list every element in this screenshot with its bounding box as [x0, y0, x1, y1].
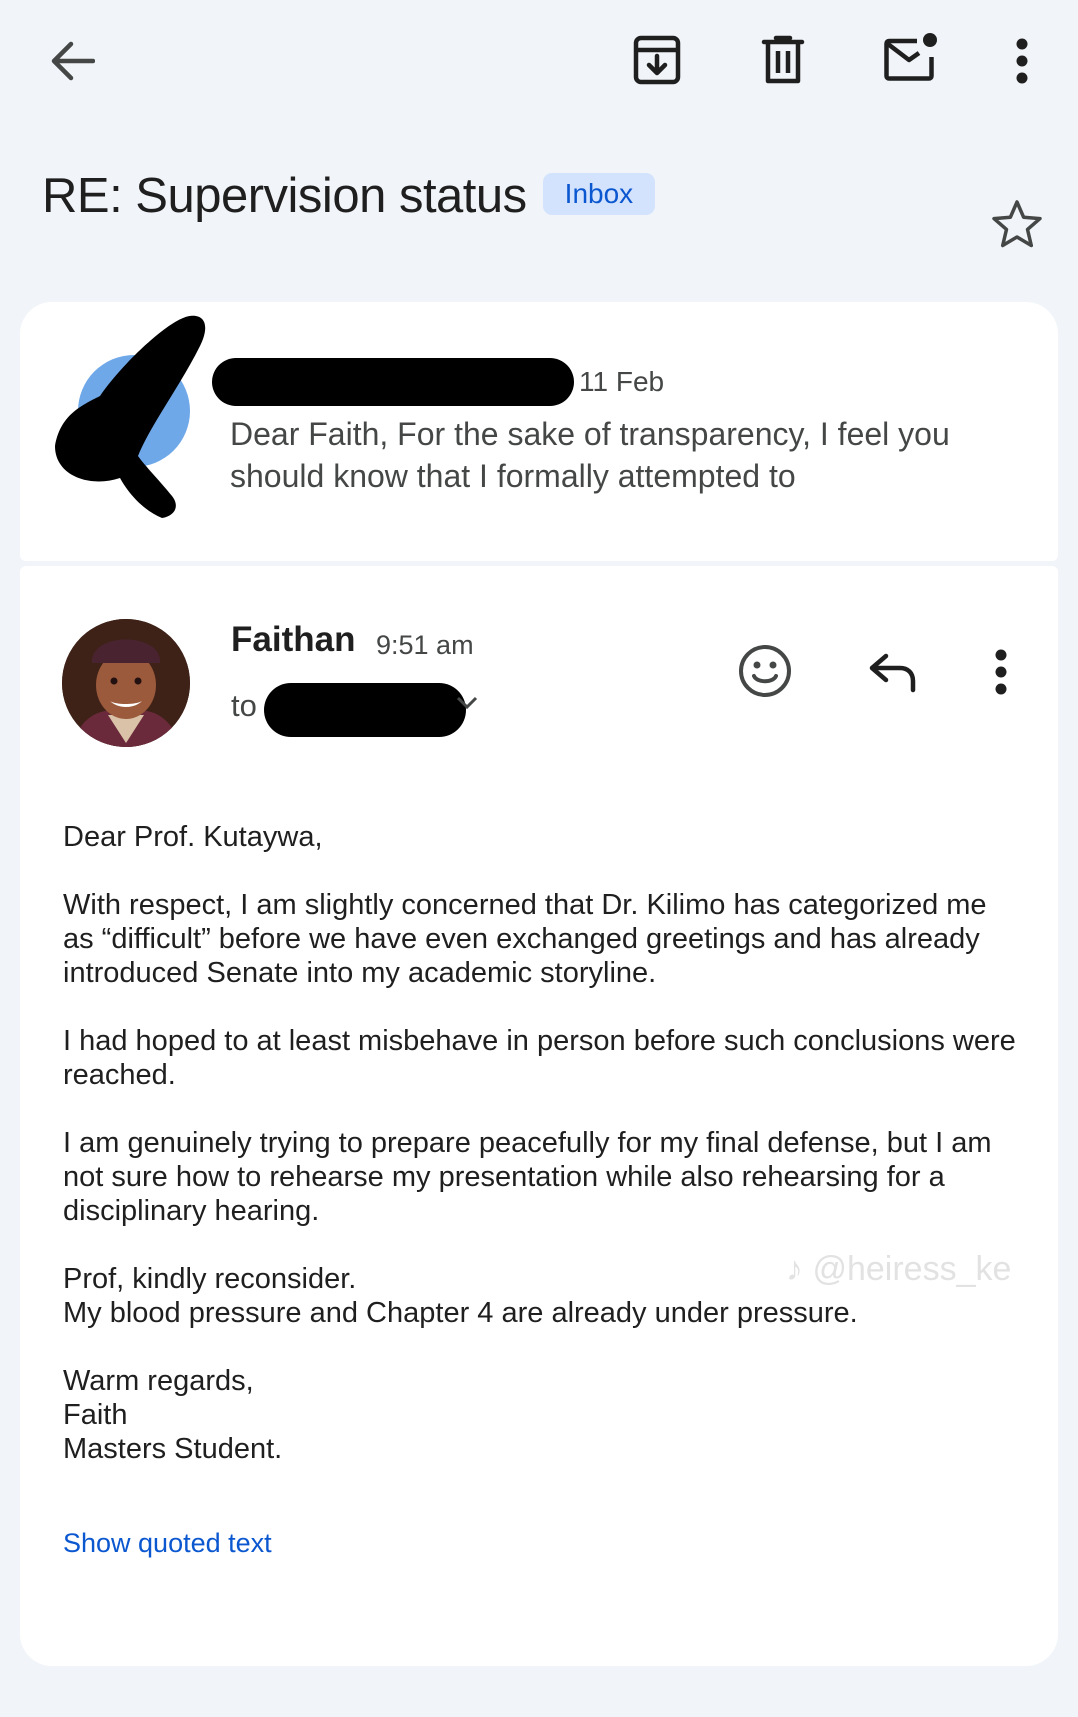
- chevron-down-icon[interactable]: [456, 694, 478, 712]
- delete-button[interactable]: [760, 34, 806, 86]
- redaction-scribble: [55, 315, 206, 518]
- toolbar: [0, 0, 1078, 120]
- message-body: Dear Prof. Kutaywa, With respect, I am s…: [63, 820, 1023, 1500]
- collapsed-message-snippet: Dear Faith, For the sake of transparency…: [230, 416, 950, 494]
- more-options-button[interactable]: [1006, 36, 1038, 86]
- mark-unread-button[interactable]: [883, 30, 939, 84]
- collapsed-message-date: 11 Feb: [579, 366, 665, 397]
- message-more-button[interactable]: [986, 648, 1016, 696]
- email-subject: RE: Supervision status: [42, 169, 527, 223]
- reply-button[interactable]: [864, 648, 920, 696]
- mark-unread-icon: [884, 33, 937, 81]
- archive-button[interactable]: [632, 34, 682, 86]
- body-paragraph: Warm regards, Faith Masters Student.: [63, 1365, 283, 1465]
- more-vert-icon: [1016, 38, 1028, 84]
- body-paragraph: Dear Prof. Kutaywa,: [63, 821, 323, 853]
- body-paragraph: I had hoped to at least misbehave in per…: [63, 1025, 1016, 1091]
- star-button[interactable]: [990, 198, 1044, 255]
- delete-icon: [761, 35, 805, 84]
- star-outline-icon: [992, 200, 1042, 248]
- message-time: 9:51 am: [376, 630, 474, 660]
- back-button[interactable]: [44, 36, 100, 86]
- add-reaction-button[interactable]: [736, 642, 794, 700]
- show-quoted-text-link[interactable]: Show quoted text: [63, 1528, 272, 1559]
- redacted-recipient: [264, 683, 466, 737]
- sender-name: Faithan: [231, 620, 356, 659]
- arrow-back-icon: [51, 41, 95, 81]
- archive-icon: [633, 35, 681, 85]
- avatar[interactable]: [62, 619, 190, 747]
- tiktok-icon: ♪: [786, 1250, 803, 1288]
- redacted-sender-name: [212, 358, 574, 406]
- emoji-smile-icon: [739, 645, 791, 697]
- tiktok-watermark: ♪ @heiress_ke: [786, 1250, 1011, 1289]
- profile-photo: [62, 619, 190, 747]
- inbox-label-chip[interactable]: Inbox: [542, 173, 656, 215]
- watermark-handle: @heiress_ke: [812, 1250, 1012, 1288]
- recipient-label: to: [231, 688, 257, 723]
- body-paragraph: With respect, I am slightly concerned th…: [63, 889, 987, 989]
- reply-icon: [869, 653, 916, 693]
- subject-row: RE: Supervision status Inbox: [42, 168, 656, 224]
- body-paragraph: I am genuinely trying to prepare peacefu…: [63, 1127, 992, 1227]
- more-vert-icon: [995, 649, 1007, 695]
